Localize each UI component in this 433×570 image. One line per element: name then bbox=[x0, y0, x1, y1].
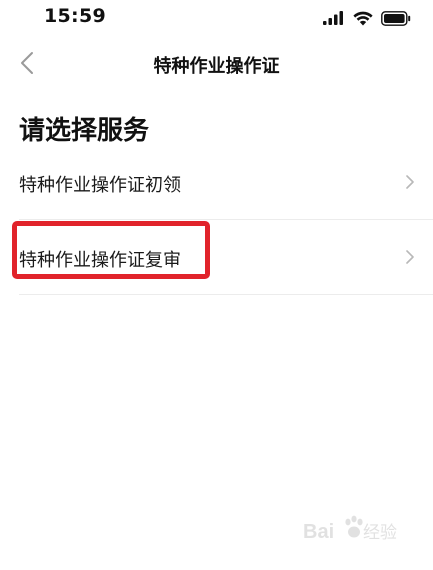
signal-icon bbox=[323, 11, 343, 25]
status-bar: 15:59 bbox=[0, 0, 433, 36]
service-item-label: 特种作业操作证复审 bbox=[19, 250, 181, 271]
battery-icon bbox=[381, 10, 411, 26]
status-time: 15:59 bbox=[44, 5, 106, 27]
status-icons bbox=[323, 9, 411, 27]
service-item-initial[interactable]: 特种作业操作证初领 bbox=[19, 145, 433, 220]
wifi-icon bbox=[353, 11, 373, 25]
service-item-label: 特种作业操作证初领 bbox=[19, 175, 181, 196]
baidu-jingyan-watermark: Bai 经验 bbox=[303, 515, 397, 543]
svg-text:Bai: Bai bbox=[303, 521, 334, 543]
service-item-review[interactable]: 特种作业操作证复审 bbox=[19, 220, 433, 295]
page-title: 特种作业操作证 bbox=[153, 56, 280, 77]
nav-bar: 特种作业操作证 bbox=[0, 40, 433, 88]
section-heading: 请选择服务 bbox=[19, 116, 150, 146]
service-list: 特种作业操作证初领 特种作业操作证复审 bbox=[0, 145, 433, 295]
svg-text:经验: 经验 bbox=[363, 523, 397, 543]
chevron-right-icon bbox=[406, 250, 414, 264]
chevron-right-icon bbox=[406, 175, 414, 189]
